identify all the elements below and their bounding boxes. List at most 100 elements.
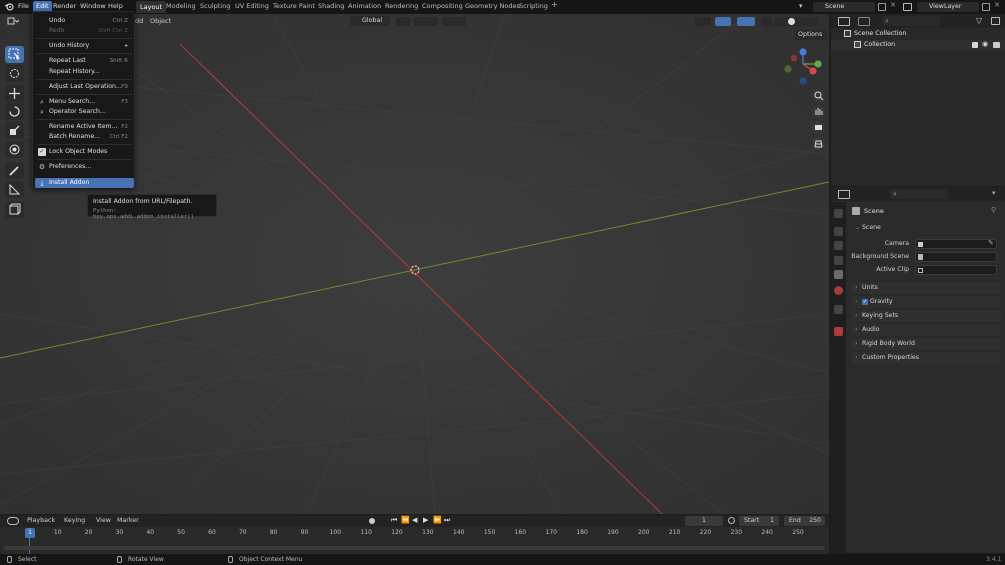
tab-geometry-nodes[interactable]: Geometry Nodes: [465, 2, 520, 10]
menu-render[interactable]: Render: [53, 2, 76, 10]
checkbox-checked-icon[interactable]: ✓: [38, 148, 46, 156]
add-cube-tool[interactable]: [5, 201, 24, 218]
object-menu[interactable]: Object: [150, 17, 171, 25]
properties-search-input[interactable]: ⌕: [890, 189, 948, 199]
playback-menu[interactable]: Playback: [27, 517, 55, 524]
jump-end-icon[interactable]: ⏭: [444, 516, 450, 525]
add-menu[interactable]: dd: [135, 17, 143, 25]
tab-modeling[interactable]: Modeling: [166, 2, 196, 10]
end-frame-field[interactable]: End 250: [784, 516, 825, 526]
options-dropdown[interactable]: Options: [795, 30, 827, 40]
editor-type-icon[interactable]: [7, 16, 20, 26]
menu-item-operator-search[interactable]: ⌕ Operator Search...: [33, 107, 134, 117]
menu-item-preferences[interactable]: ⚙ Preferences...: [33, 162, 134, 172]
options-chevron-icon[interactable]: ▾: [992, 189, 996, 197]
output-tab-icon[interactable]: [834, 241, 843, 250]
panel-gravity[interactable]: › ✓ Gravity: [851, 296, 1001, 308]
clock-icon[interactable]: [728, 517, 735, 524]
pin-icon[interactable]: ⚲: [991, 206, 996, 214]
panel-units[interactable]: › Units: [851, 282, 1001, 294]
editor-type-icon[interactable]: [838, 17, 850, 26]
transform-tool[interactable]: [5, 141, 24, 158]
menu-item-undo-history[interactable]: Undo History ▸: [33, 41, 134, 51]
view-layer-field[interactable]: ViewLayer: [917, 2, 979, 12]
record-icon[interactable]: [369, 518, 375, 524]
eye-icon[interactable]: ◉: [982, 40, 988, 48]
tool-tab-icon[interactable]: [834, 209, 843, 218]
measure-tool[interactable]: [5, 181, 24, 198]
view-layer-tab-icon[interactable]: [834, 256, 843, 265]
menu-item-adjust-last-operation[interactable]: Adjust Last Operation... F9: [33, 82, 134, 92]
rotate-tool[interactable]: [5, 103, 24, 120]
copy-view-layer-icon[interactable]: [982, 3, 990, 11]
navigation-gizmo[interactable]: [783, 47, 825, 87]
remove-view-layer-icon[interactable]: ✕: [994, 1, 1000, 9]
menu-item-install-addon[interactable]: ⤓ Install Addon: [35, 178, 134, 188]
outliner-row-collection[interactable]: Collection ◉: [831, 40, 1005, 50]
editor-type-icon[interactable]: [7, 517, 19, 525]
active-clip-field[interactable]: [915, 265, 997, 275]
view-menu[interactable]: View: [96, 517, 111, 524]
tab-rendering[interactable]: Rendering: [385, 2, 418, 10]
blender-logo-icon[interactable]: [4, 2, 14, 12]
texture-tab-icon[interactable]: [834, 327, 843, 336]
timeline-scrollbar[interactable]: [4, 546, 825, 550]
transform-orientation-select[interactable]: Global: [350, 16, 390, 26]
collection-tab-icon[interactable]: [834, 305, 843, 314]
gravity-checkbox-icon[interactable]: ✓: [862, 299, 868, 305]
cursor-tool[interactable]: [5, 65, 24, 82]
camera-field[interactable]: ✎: [915, 239, 997, 249]
tab-compositing[interactable]: Compositing: [422, 2, 463, 10]
menu-item-undo[interactable]: Undo Ctrl Z: [33, 16, 134, 26]
panel-scene[interactable]: ⌄ Scene: [851, 222, 1001, 234]
zoom-view-icon[interactable]: [812, 89, 825, 102]
menu-item-rename-active[interactable]: Rename Active Item... F2: [33, 122, 134, 132]
panel-audio[interactable]: › Audio: [851, 324, 1001, 336]
play-icon[interactable]: ▶: [423, 516, 428, 524]
menu-item-batch-rename[interactable]: Batch Rename... Ctrl F2: [33, 132, 134, 142]
editor-type-icon[interactable]: [838, 190, 850, 199]
delete-scene-icon[interactable]: ✕: [890, 1, 896, 9]
new-collection-icon[interactable]: [991, 17, 1000, 25]
exclude-checkbox-icon[interactable]: [972, 42, 978, 48]
keying-menu[interactable]: Keying: [64, 517, 85, 524]
perspective-toggle-icon[interactable]: [812, 137, 825, 150]
move-tool[interactable]: [5, 85, 24, 102]
eyedropper-icon[interactable]: ✎: [988, 239, 994, 247]
play-reverse-icon[interactable]: ◀: [412, 516, 417, 524]
panel-rigid-body-world[interactable]: › Rigid Body World: [851, 338, 1001, 350]
jump-keyframe-back-icon[interactable]: ⏪: [401, 516, 410, 524]
new-scene-icon[interactable]: [878, 3, 886, 11]
shading-modes[interactable]: [775, 17, 817, 26]
menu-item-repeat-last[interactable]: Repeat Last Shift R: [33, 56, 134, 66]
tab-scripting[interactable]: Scripting: [519, 2, 548, 10]
filter-icon[interactable]: ▽: [976, 16, 982, 25]
panel-keying-sets[interactable]: › Keying Sets: [851, 310, 1001, 322]
annotate-tool[interactable]: [5, 162, 24, 179]
world-tab-icon[interactable]: [834, 286, 843, 295]
panel-custom-properties[interactable]: › Custom Properties: [851, 352, 1001, 364]
gizmo-toggle-icon[interactable]: [715, 17, 731, 26]
overlay-toggle-icon[interactable]: [737, 17, 755, 26]
scale-tool[interactable]: [5, 122, 24, 139]
camera-view-icon[interactable]: [812, 121, 825, 134]
current-frame-field[interactable]: 1: [685, 516, 723, 526]
start-frame-field[interactable]: Start 1: [739, 516, 779, 526]
tab-sculpting[interactable]: Sculpting: [200, 2, 230, 10]
scene-selector-icon[interactable]: ▾: [799, 2, 811, 12]
select-box-tool[interactable]: [5, 46, 24, 63]
tab-animation[interactable]: Animation: [348, 2, 381, 10]
visibility-icon[interactable]: [695, 17, 711, 26]
tab-texture-paint[interactable]: Texture Paint: [273, 2, 315, 10]
tab-shading[interactable]: Shading: [318, 2, 344, 10]
scene-tab-icon[interactable]: [834, 270, 843, 279]
display-mode-icon[interactable]: [858, 17, 870, 26]
xray-toggle-icon[interactable]: [762, 17, 772, 26]
shading-solid-icon[interactable]: [788, 18, 795, 25]
tab-layout[interactable]: Layout: [136, 1, 167, 13]
view-layer-icon[interactable]: [903, 3, 912, 11]
jump-start-icon[interactable]: ⏮: [391, 516, 397, 525]
pan-view-icon[interactable]: [812, 105, 825, 118]
scene-name-field[interactable]: Scene: [813, 2, 875, 12]
camera-render-icon[interactable]: [993, 42, 1000, 48]
